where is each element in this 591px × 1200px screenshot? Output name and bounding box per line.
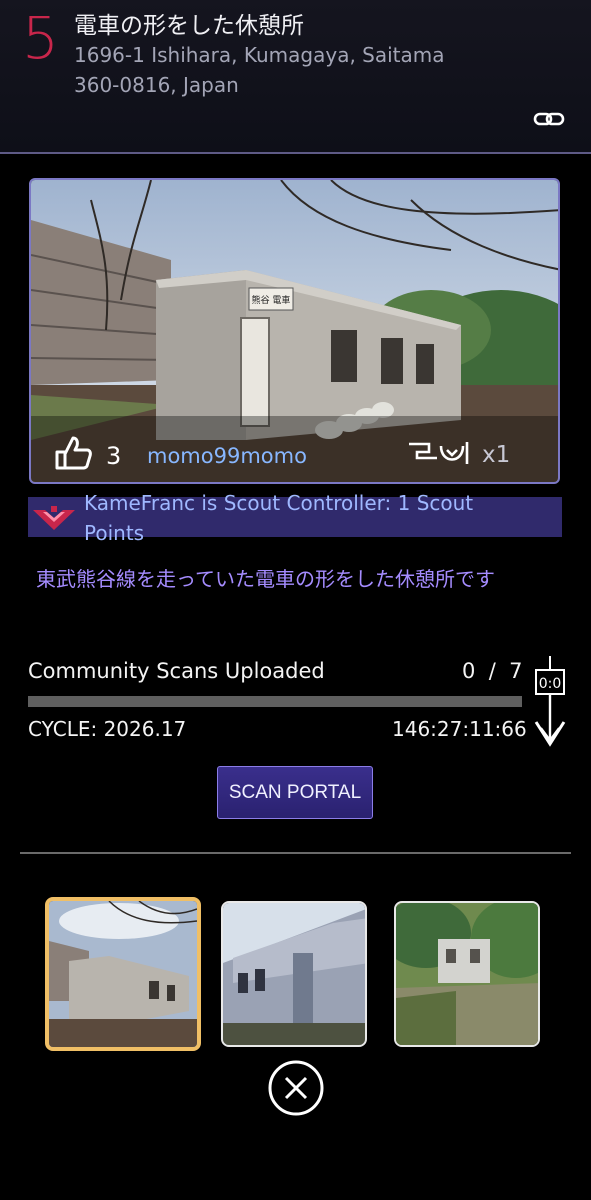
thumbnail-image-2 [223, 903, 365, 1045]
building-sign: 熊谷 電車 [252, 294, 291, 306]
scan-multiplier: x1 [482, 442, 511, 468]
portal-title: 電車の形をした休憩所 [74, 13, 304, 39]
community-scans-progress [28, 696, 522, 707]
timer-icon-text: 0:0 [539, 676, 562, 692]
scan-portal-button[interactable]: SCAN PORTAL [217, 766, 373, 819]
like-count: 3 [106, 442, 122, 470]
divider [20, 852, 571, 854]
scout-controller-icon [33, 506, 75, 530]
portal-address: 1696-1 Ishihara, Kumagaya, Saitama 360-0… [74, 43, 445, 97]
photo-thumbnail-1[interactable] [45, 897, 201, 1051]
portal-photo-image: 熊谷 電車 [31, 180, 558, 482]
scout-controller-text[interactable]: KameFranc is Scout Controller: 1 Scout P… [84, 488, 504, 548]
cycle-timer: 146:27:11:66 [392, 717, 527, 741]
link-icon[interactable] [533, 107, 565, 131]
close-icon[interactable] [267, 1059, 325, 1117]
scan-icon [409, 442, 469, 464]
photo-thumbnail-3[interactable] [394, 901, 540, 1047]
cycle-timer-icon[interactable]: 0:0 [532, 656, 568, 748]
photo-uploader[interactable]: momo99momo [147, 444, 307, 468]
community-scans-count: 0 / 7 [462, 659, 523, 683]
cycle-label: CYCLE: 2026.17 [28, 717, 187, 741]
thumbnail-image-3 [396, 903, 538, 1045]
photo-thumbnail-2[interactable] [221, 901, 367, 1047]
portal-description: 東武熊谷線を走っていた電車の形をした休憩所です [36, 567, 495, 591]
portal-photo[interactable]: 熊谷 電車 3 momo99momo x1 [29, 178, 560, 484]
thumbnail-image-1 [49, 901, 197, 1047]
community-scans-label: Community Scans Uploaded [28, 659, 325, 683]
thumbs-up-icon[interactable] [53, 432, 93, 472]
portal-header: 5 電車の形をした休憩所 1696-1 Ishihara, Kumagaya, … [0, 0, 591, 154]
portal-level: 5 [22, 4, 59, 72]
